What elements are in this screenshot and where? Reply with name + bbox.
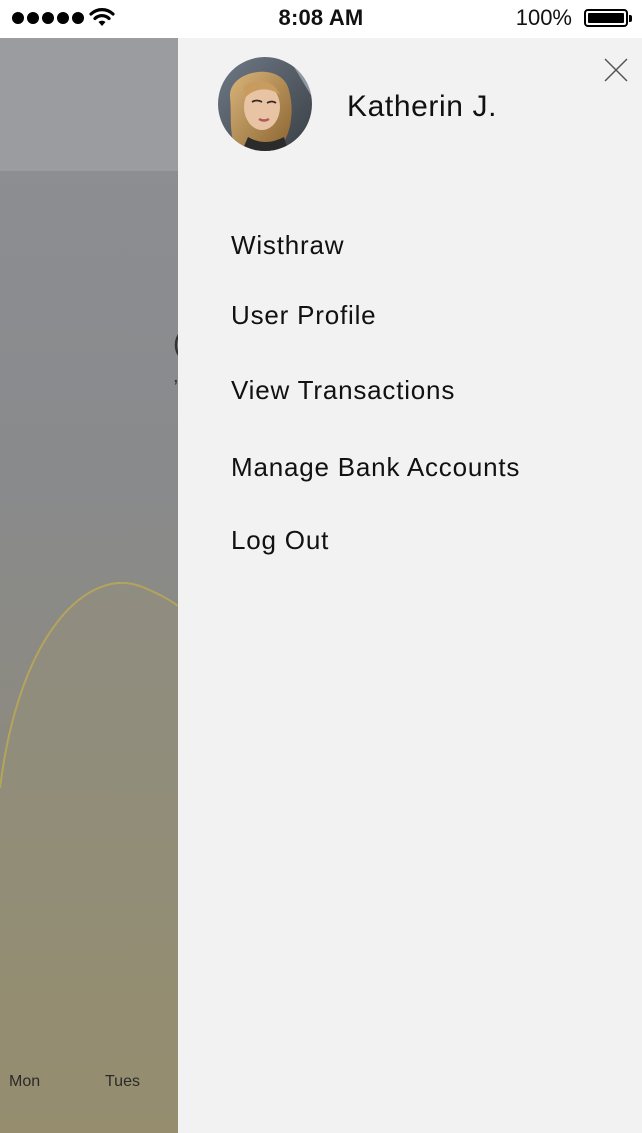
menu-item-view-transactions[interactable]: View Transactions xyxy=(231,375,455,406)
background-chart: ( , xyxy=(0,327,178,1133)
user-name: Katherin J. xyxy=(347,90,498,123)
menu-item-manage-bank-accounts[interactable]: Manage Bank Accounts xyxy=(231,452,520,483)
status-bar: 8:08 AM 100% xyxy=(0,0,642,38)
day-label-mon: Mon xyxy=(9,1073,41,1090)
menu-item-withdraw[interactable]: Wisthraw xyxy=(231,230,344,261)
close-icon[interactable] xyxy=(602,56,630,84)
battery-icon xyxy=(584,9,632,27)
user-avatar[interactable] xyxy=(218,57,312,151)
menu-item-log-out[interactable]: Log Out xyxy=(231,525,329,556)
menu-item-user-profile[interactable]: User Profile xyxy=(231,300,376,331)
day-label-tues: Tues xyxy=(105,1073,140,1090)
side-drawer: Katherin J. Wisthraw User Profile View T… xyxy=(178,38,642,1133)
background-screen-overlay[interactable]: ( , Mon Tues xyxy=(0,38,178,1133)
battery-percent: 100% xyxy=(515,5,572,30)
